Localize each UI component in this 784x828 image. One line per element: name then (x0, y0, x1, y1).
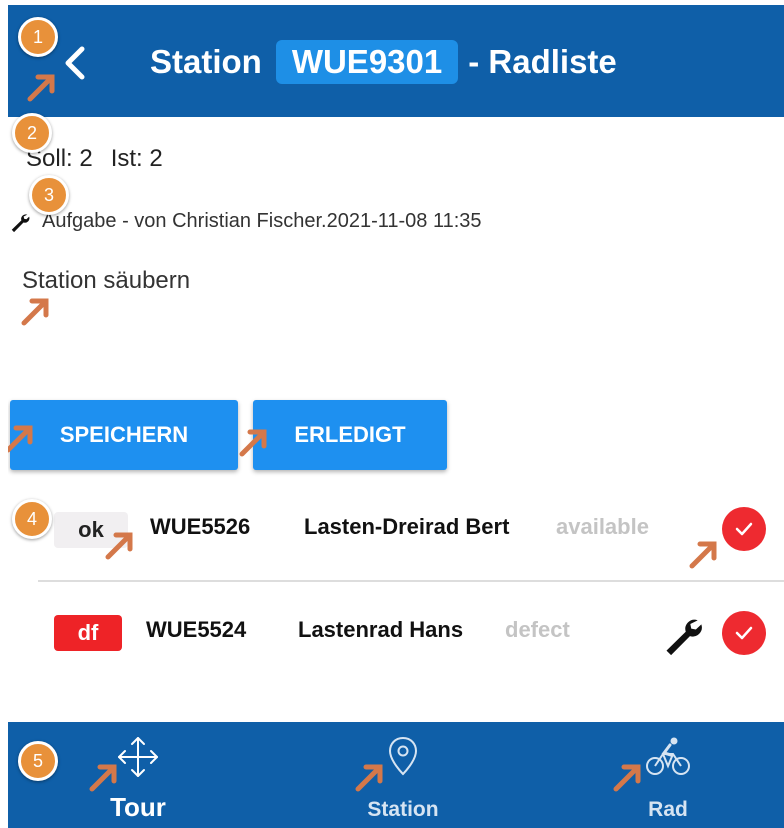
bottom-nav: Tour Station Rad (8, 722, 784, 828)
annotation-arrow-icon (8, 425, 33, 453)
nav-label: Rad (648, 798, 688, 821)
nav-tab-station[interactable]: Station (303, 722, 503, 828)
nav-label: Station (367, 798, 439, 821)
repair-button[interactable] (660, 613, 706, 662)
annotation-arrow-icon (89, 764, 117, 792)
annotation-marker-4: 4 (12, 499, 52, 539)
map-pin-icon (388, 736, 418, 776)
bike-id: WUE5526 (150, 514, 251, 539)
wrench-icon (666, 619, 702, 656)
row-divider (38, 580, 784, 582)
chevron-left-icon (65, 46, 85, 80)
nav-tab-tour[interactable]: Tour (38, 722, 238, 828)
check-button[interactable] (722, 507, 766, 551)
check-icon (735, 522, 753, 536)
move-arrows-icon (118, 737, 158, 777)
task-line: Aufgabe - von Christian Fischer.2021-11-… (42, 210, 482, 232)
check-button[interactable] (722, 611, 766, 655)
annotation-arrow-icon (689, 541, 717, 569)
app-screen: Station WUE9301 - Radliste Soll: 2 Ist: 2… (8, 5, 784, 828)
bike-row[interactable]: df WUE5524 Lastenrad Hans defect (8, 593, 784, 673)
annotation-arrow-icon (105, 532, 133, 560)
check-icon (735, 626, 753, 640)
annotation-arrow-icon (21, 298, 49, 326)
annotation-marker-1: 1 (18, 17, 58, 57)
bike-id: WUE5524 (146, 617, 247, 642)
annotation-marker-2: 2 (12, 113, 52, 153)
annotation-marker-5: 5 (18, 741, 58, 781)
annotation-arrow-icon (239, 429, 267, 457)
ist-count: Ist: 2 (110, 145, 163, 172)
annotation-arrow-icon (27, 74, 55, 102)
bike-name: Lastenrad Hans (298, 617, 464, 642)
station-id-badge: WUE9301 (275, 40, 459, 84)
done-button[interactable]: ERLEDIGT (253, 400, 447, 470)
bike-name: Lasten-Dreirad Bert (304, 514, 510, 539)
title-prefix: Station (150, 43, 262, 80)
save-button[interactable]: SPEICHERN (10, 400, 238, 470)
annotation-arrow-icon (355, 764, 383, 792)
task-info: Aufgabe - von Christian Fischer.2021-11-… (8, 210, 482, 233)
wrench-icon (11, 213, 30, 232)
count-summary: Soll: 2 Ist: 2 (26, 145, 181, 173)
nav-tab-rad[interactable]: Rad (568, 722, 768, 828)
task-note: Station säubern (22, 267, 191, 294)
title-suffix: - Radliste (468, 43, 617, 80)
back-button[interactable] (58, 43, 92, 83)
page-title: Station WUE9301 - Radliste (150, 37, 617, 87)
annotation-arrow-icon (613, 764, 641, 792)
header-bar: Station WUE9301 - Radliste (8, 5, 784, 117)
status-badge: df (54, 615, 122, 651)
bike-state: defect (505, 617, 570, 642)
annotation-marker-3: 3 (29, 175, 69, 215)
nav-label: Tour (110, 792, 166, 822)
bike-state: available (556, 514, 649, 539)
bicycle-icon (646, 737, 690, 775)
